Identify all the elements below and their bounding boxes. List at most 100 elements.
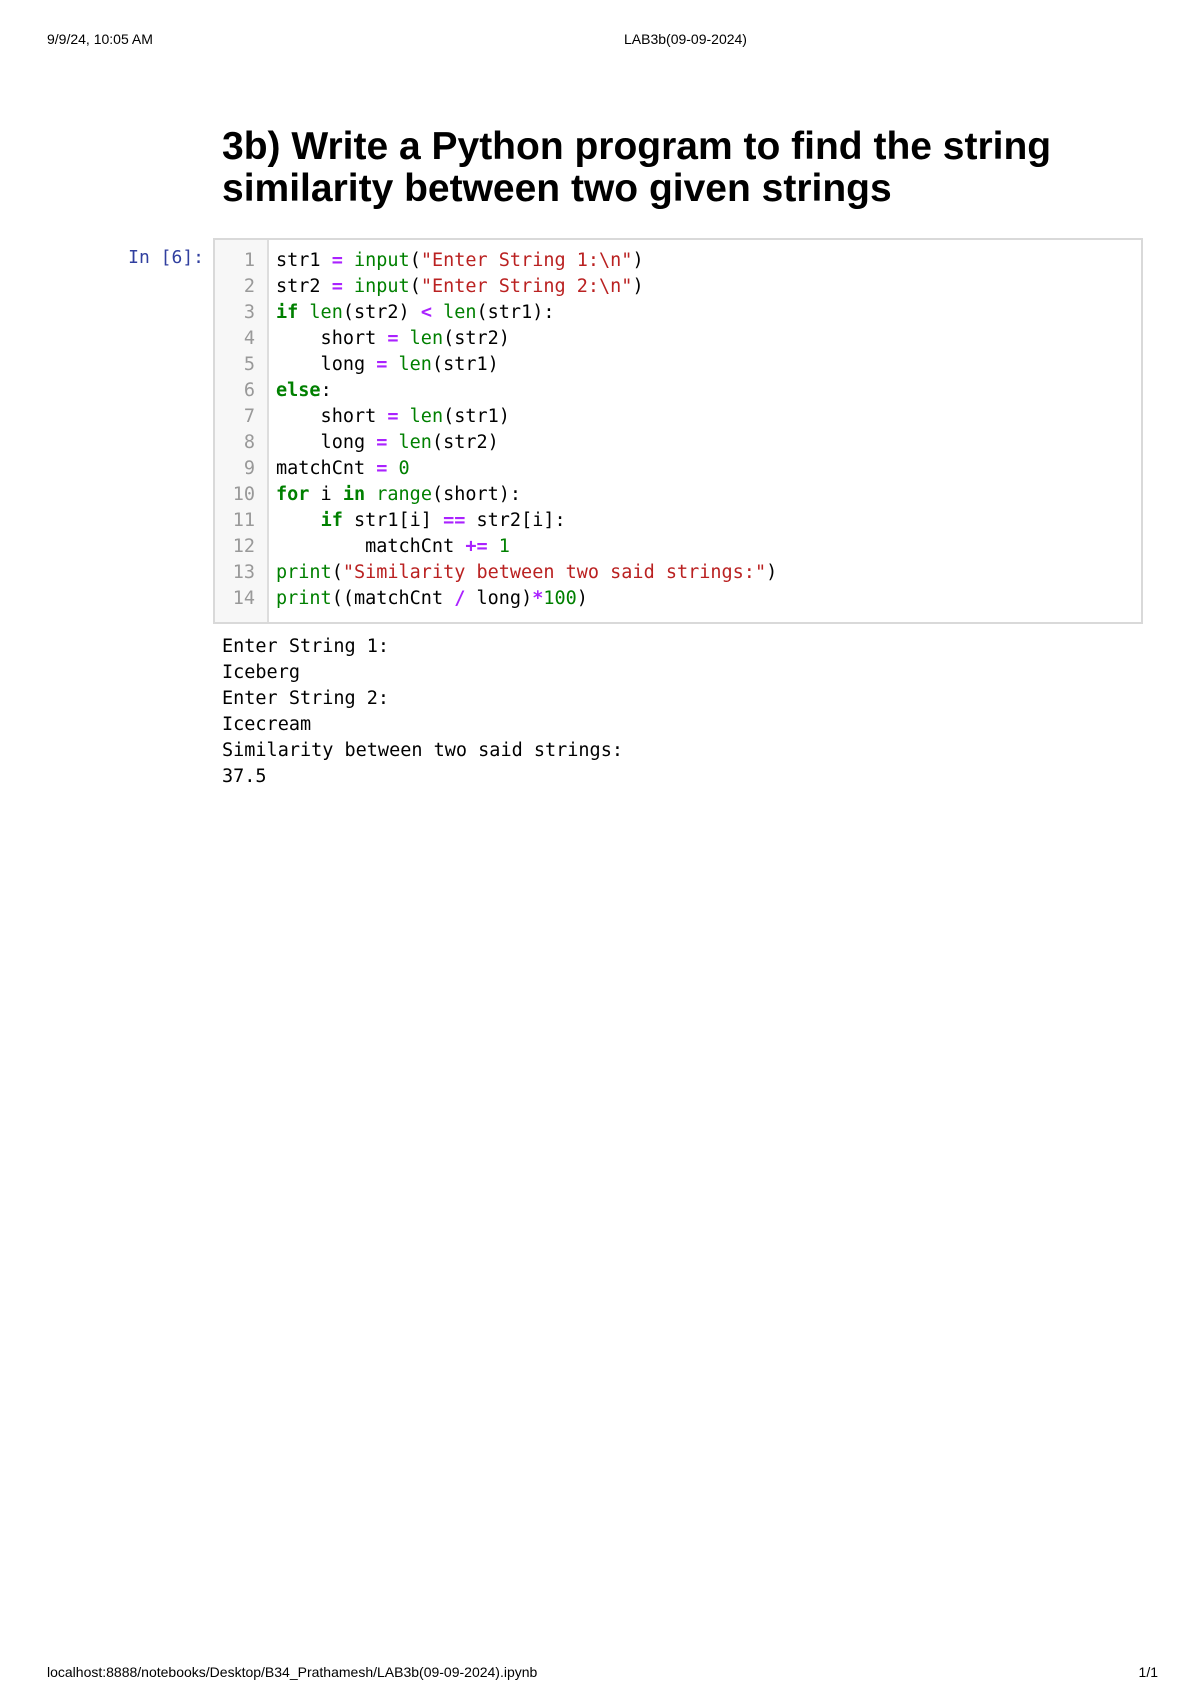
code-line: if len(str2) < len(str1): — [276, 300, 554, 326]
code-cell[interactable]: 1 str1 = input("Enter String 1:\n") 2 str2 … — [213, 238, 1143, 624]
cell-prompt: In [6]: — [128, 247, 204, 268]
code-token: input — [353, 276, 410, 297]
output-line: Enter String 2: — [222, 688, 390, 709]
print-datetime: 9/9/24, 10:05 AM — [47, 31, 153, 47]
code-token: short — [276, 328, 388, 349]
code-line: for i in range(short): — [276, 482, 521, 508]
code-token: str2 — [276, 276, 332, 297]
code-line: short = len(str1) — [276, 404, 510, 430]
code-token: else — [276, 380, 321, 401]
line-number: 12 — [232, 536, 255, 557]
code-token: 1 — [498, 536, 510, 557]
code-token: range — [376, 484, 432, 505]
code-token: if — [320, 510, 343, 531]
code-token: (str1) — [443, 406, 510, 427]
code-token: long) — [465, 588, 533, 609]
page-number: 1/1 — [1138, 1664, 1158, 1680]
code-line: long = len(str2) — [276, 430, 499, 456]
code-token: ( — [331, 562, 343, 583]
code-token: ) — [766, 562, 778, 583]
code-line: matchCnt = 0 — [276, 456, 410, 482]
code-token: (str1) — [431, 354, 499, 375]
code-line: long = len(str1) — [276, 352, 499, 378]
code-token: long — [276, 354, 377, 375]
code-token: input — [353, 250, 410, 271]
code-token: matchCnt — [276, 458, 377, 479]
code-token: if — [276, 302, 299, 323]
page-title: 3b) Write a Python program to find the s… — [222, 125, 1052, 210]
line-number: 10 — [232, 484, 255, 505]
code-token: print — [276, 562, 332, 583]
code-line: str2 = input("Enter String 2:\n") — [276, 274, 644, 300]
code-token: (str2) — [431, 432, 499, 453]
code-token: len — [409, 406, 444, 427]
code-token: len — [409, 328, 444, 349]
code-token: = — [376, 432, 388, 453]
line-number: 6 — [243, 380, 255, 401]
code-token: = — [376, 458, 388, 479]
code-line: matchCnt += 1 — [276, 534, 510, 560]
code-token: 100 — [543, 588, 577, 609]
code-token: str1[i] — [342, 510, 444, 531]
line-number: 4 — [243, 328, 255, 349]
code-line: print((matchCnt / long)*100) — [276, 586, 588, 612]
code-token: = — [331, 250, 343, 271]
line-number: 1 — [243, 250, 255, 271]
line-number: 5 — [243, 354, 255, 375]
code-token: len — [398, 354, 432, 375]
code-token: ) — [632, 276, 644, 297]
code-token: i — [309, 484, 343, 505]
code-token: ) — [632, 250, 644, 271]
code-token: len — [443, 302, 477, 323]
code-token: str2[i]: — [465, 510, 566, 531]
print-url: localhost:8888/notebooks/Desktop/B34_Pra… — [47, 1664, 538, 1680]
code-token: len — [398, 432, 432, 453]
output-line: Iceberg — [222, 662, 300, 683]
code-token: matchCnt — [276, 536, 466, 557]
output-line: Similarity between two said strings: — [222, 740, 623, 761]
code-line: print("Similarity between two said strin… — [276, 560, 777, 586]
line-number: 11 — [232, 510, 255, 531]
output-line: Icecream — [222, 714, 312, 735]
code-token: print — [276, 588, 332, 609]
code-token: = — [376, 354, 388, 375]
code-line: if str1[i] == str2[i]: — [276, 508, 566, 534]
code-token: long — [276, 432, 377, 453]
code-token: in — [342, 484, 366, 505]
line-number: 8 — [243, 432, 255, 453]
code-token: / — [454, 588, 466, 609]
code-token: (str2) — [443, 328, 510, 349]
line-number: 3 — [243, 302, 255, 323]
code-token: "Similarity between two said strings:" — [342, 562, 767, 583]
line-number: 14 — [232, 588, 255, 609]
output-line: Enter String 1: — [222, 636, 390, 657]
code-token: len — [309, 302, 343, 323]
output-line: 37.5 — [222, 766, 267, 787]
code-token: ( — [409, 250, 421, 271]
line-number: 13 — [232, 562, 255, 583]
code-token: = — [331, 276, 343, 297]
code-token: (str1): — [476, 302, 555, 323]
code-token: * — [532, 588, 544, 609]
code-token: "Enter String 2:\n" — [420, 276, 633, 297]
code-token: ) — [576, 588, 588, 609]
code-token: short — [276, 406, 388, 427]
code-line: short = len(str2) — [276, 326, 510, 352]
line-number: 7 — [243, 406, 255, 427]
code-token: (str2) — [342, 302, 421, 323]
line-number: 2 — [243, 276, 255, 297]
code-token: ( — [409, 276, 421, 297]
code-token: == — [443, 510, 466, 531]
